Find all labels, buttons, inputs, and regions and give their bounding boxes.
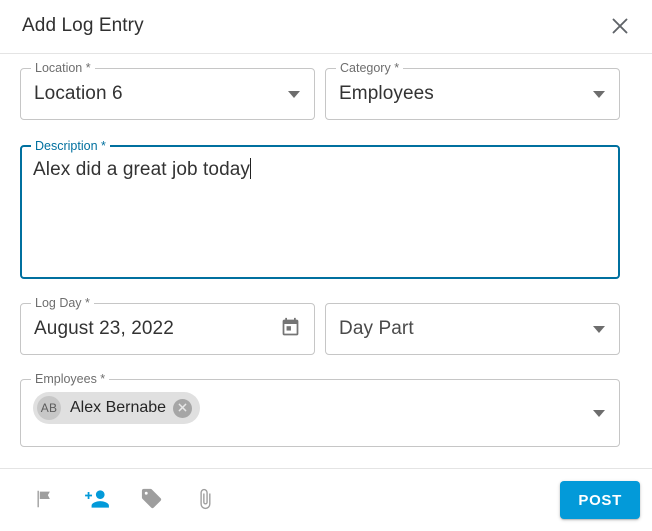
attachment-button[interactable]	[188, 483, 222, 517]
person-add-icon	[84, 486, 110, 515]
description-value: Alex did a great job today	[33, 159, 251, 180]
attachment-icon	[194, 488, 216, 513]
close-button[interactable]	[602, 9, 638, 45]
avatar: AB	[37, 396, 61, 420]
chevron-down-icon[interactable]	[288, 91, 300, 98]
add-log-entry-dialog: Add Log Entry Location * Location 6 Cate…	[0, 0, 652, 531]
location-label: Location *	[31, 61, 95, 75]
chevron-down-icon[interactable]	[593, 91, 605, 98]
remove-employee-button[interactable]	[173, 398, 193, 418]
tag-icon	[140, 487, 163, 513]
location-select[interactable]: Location * Location 6	[20, 61, 315, 120]
log-day-datepicker[interactable]: Log Day * August 23, 2022	[20, 296, 315, 355]
dialog-footer: POST	[0, 468, 652, 531]
description-label: Description *	[31, 139, 110, 153]
day-part-select[interactable]: Day Part	[325, 303, 620, 355]
calendar-picker-button[interactable]	[276, 315, 304, 343]
log-day-label: Log Day *	[31, 296, 94, 310]
page-title: Add Log Entry	[22, 15, 144, 36]
person-add-button[interactable]	[80, 483, 114, 517]
dialog-header: Add Log Entry	[0, 0, 652, 54]
tag-button[interactable]	[134, 483, 168, 517]
flag-button[interactable]	[26, 483, 60, 517]
employee-chip-label: Alex Bernabe	[70, 399, 167, 416]
day-part-value: Day Part	[339, 318, 414, 339]
post-button[interactable]: POST	[560, 481, 640, 519]
dialog-body: Location * Location 6 Category * Employe…	[0, 54, 652, 468]
category-label: Category *	[336, 61, 404, 75]
description-value-wrapper: Alex did a great job today	[33, 158, 252, 181]
employee-chip[interactable]: AB Alex Bernabe	[33, 392, 201, 424]
close-icon	[610, 16, 630, 39]
description-textarea[interactable]: Description * Alex did a great job today	[20, 139, 620, 279]
employees-multiselect[interactable]: Employees * AB Alex Bernabe	[20, 372, 620, 447]
category-select[interactable]: Category * Employees	[325, 61, 620, 120]
text-caret	[250, 158, 252, 179]
calendar-icon	[280, 317, 301, 341]
employees-label: Employees *	[31, 372, 110, 386]
chevron-down-icon[interactable]	[593, 410, 605, 417]
chevron-down-icon[interactable]	[593, 326, 605, 333]
cancel-icon	[177, 401, 188, 416]
flag-icon	[32, 488, 54, 513]
location-value: Location 6	[34, 83, 123, 104]
log-day-value: August 23, 2022	[34, 318, 174, 339]
category-value: Employees	[339, 83, 434, 104]
footer-icon-group	[26, 483, 222, 517]
